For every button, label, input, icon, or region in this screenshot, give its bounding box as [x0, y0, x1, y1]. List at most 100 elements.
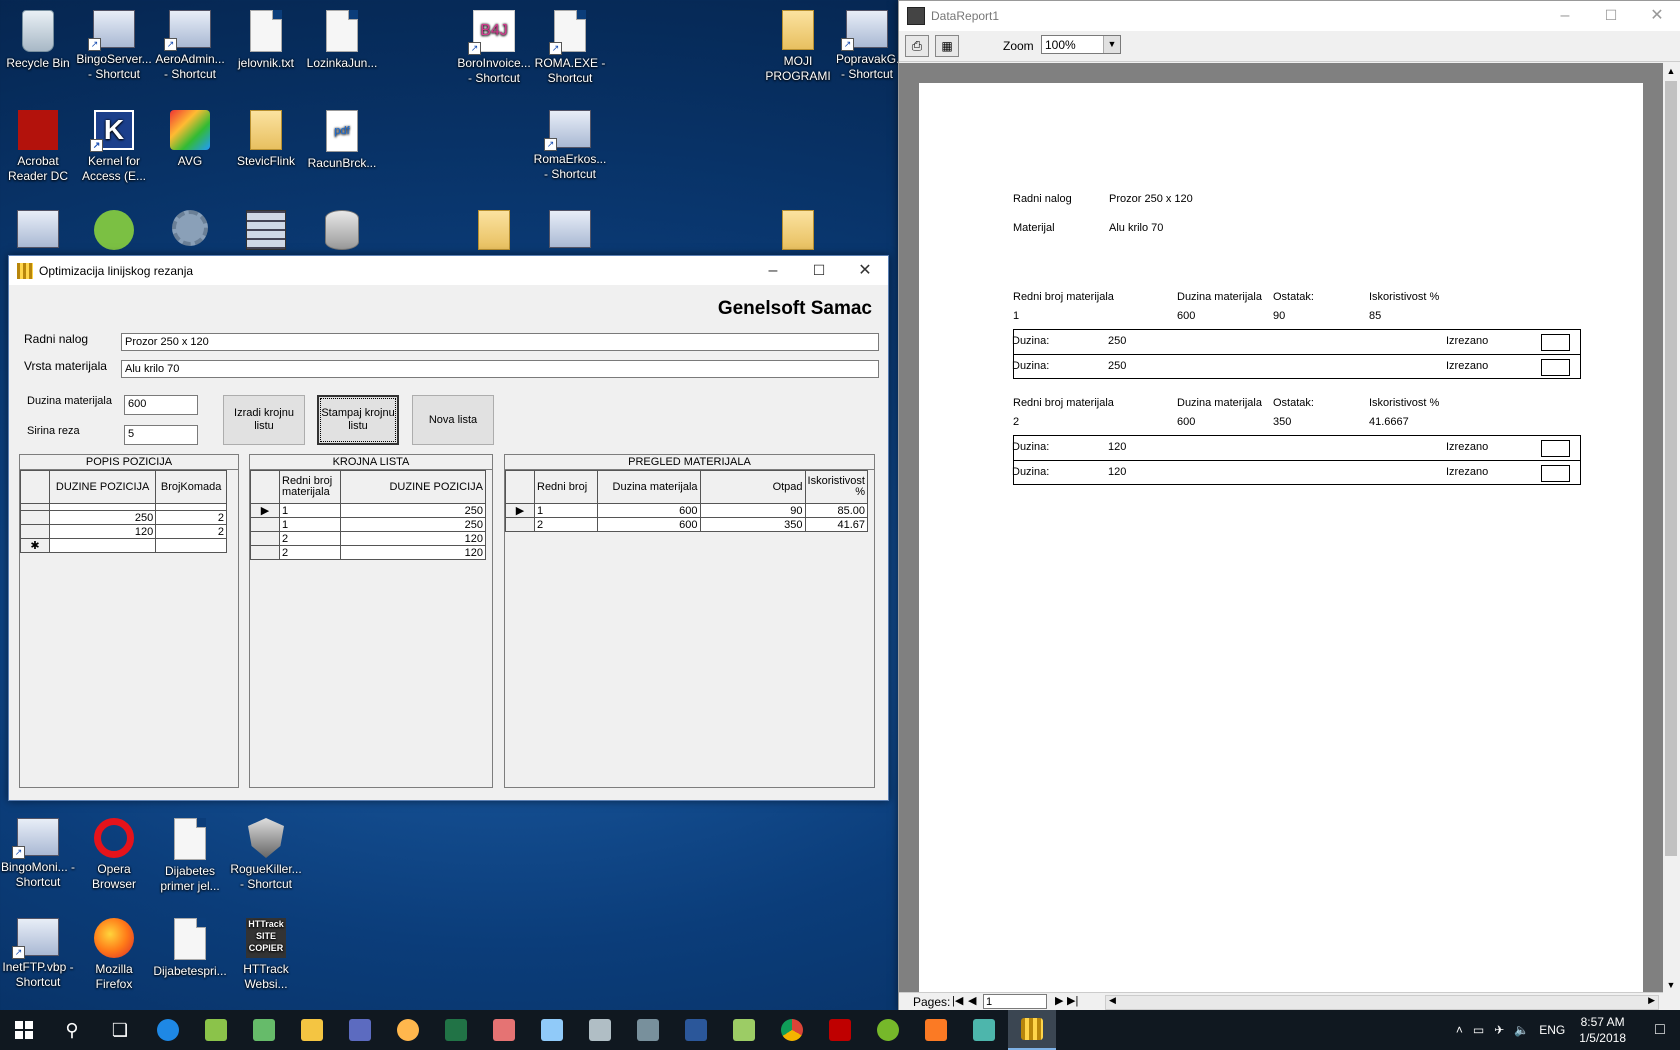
- desktop-icon-moji-programi[interactable]: MOJI PROGRAMI: [760, 4, 836, 84]
- maximize-button[interactable]: ☐: [796, 256, 842, 285]
- chevron-up-icon[interactable]: ˄: [1456, 1023, 1463, 1037]
- table-row[interactable]: 2 600 350 41.67: [505, 517, 869, 532]
- vrsta-materijala-input[interactable]: Alu krilo 70: [121, 360, 879, 378]
- scrollbar-thumb[interactable]: [1665, 81, 1677, 856]
- pregled-materijala-grid[interactable]: Redni broj Duzina materijala Otpad Iskor…: [505, 470, 869, 532]
- desktop-icon-roguekiller[interactable]: RogueKiller... - Shortcut: [228, 812, 304, 892]
- close-button[interactable]: ✕: [842, 256, 888, 285]
- airplane-icon[interactable]: ✈: [1494, 1023, 1504, 1037]
- desktop-icon-partial[interactable]: [760, 204, 836, 254]
- page-number-input[interactable]: 1: [983, 994, 1047, 1009]
- desktop-icon-jelovnik[interactable]: jelovnik.txt: [228, 4, 304, 71]
- row-selector[interactable]: [20, 510, 50, 525]
- taskbar-app-icon[interactable]: [624, 1010, 672, 1050]
- desktop-icon-stevicflink[interactable]: StevicFlink: [228, 104, 304, 169]
- desktop-icon-popravak[interactable]: ↗PopravakG... - Shortcut: [836, 4, 898, 82]
- column-header[interactable]: Redni broj: [534, 470, 598, 504]
- report-titlebar[interactable]: DataReport1 – ☐ ✕: [899, 1, 1680, 31]
- nova-lista-button[interactable]: Nova lista: [412, 395, 494, 445]
- taskbar-app-icon[interactable]: [192, 1010, 240, 1050]
- desktop-icon-avg[interactable]: AVG: [152, 104, 228, 169]
- desktop-icon-partial[interactable]: [456, 204, 532, 254]
- close-button[interactable]: ✕: [1634, 1, 1680, 30]
- popis-pozicija-grid[interactable]: DUZINE POZICIJA BrojKomada 250 2 120 2 ✱: [20, 470, 227, 553]
- desktop-icon-kernel[interactable]: K ↗ Kernel for Access (E...: [76, 104, 152, 184]
- taskbar-app-icon[interactable]: [576, 1010, 624, 1050]
- taskbar-app-icon[interactable]: [240, 1010, 288, 1050]
- table-row[interactable]: 250 2: [20, 510, 227, 525]
- desktop-icon-opera[interactable]: Opera Browser: [76, 812, 152, 892]
- word-icon[interactable]: [672, 1010, 720, 1050]
- desktop-icon-bingomoni[interactable]: ↗ BingoMoni... - Shortcut: [0, 812, 76, 890]
- notifications-icon[interactable]: □: [1640, 1021, 1680, 1039]
- desktop-icon-partial[interactable]: [0, 204, 76, 252]
- desktop-icon-firefox[interactable]: Mozilla Firefox: [76, 912, 152, 992]
- new-row-icon[interactable]: ✱: [20, 538, 50, 553]
- sirina-reza-input[interactable]: 5: [124, 425, 198, 445]
- table-row[interactable]: ▶ 1 600 90 85.00: [505, 503, 869, 518]
- row-selector[interactable]: [20, 524, 50, 539]
- column-header[interactable]: BrojKomada: [155, 470, 227, 504]
- table-row[interactable]: 2 120: [250, 531, 486, 546]
- scroll-left-icon[interactable]: ◀: [1109, 995, 1116, 1006]
- search-icon[interactable]: ⚲: [48, 1010, 96, 1050]
- vertical-scrollbar[interactable]: ▲ ▼: [1663, 63, 1679, 993]
- taskbar-app-icon[interactable]: [720, 1010, 768, 1050]
- taskbar-app-icon[interactable]: [528, 1010, 576, 1050]
- taskbar-app-icon[interactable]: [480, 1010, 528, 1050]
- print-icon[interactable]: ⎙: [905, 35, 929, 57]
- desktop-icon-partial[interactable]: [532, 204, 608, 252]
- desktop-icon-aeroadmin[interactable]: ↗ AeroAdmin... - Shortcut: [152, 4, 228, 82]
- paint-icon[interactable]: [384, 1010, 432, 1050]
- start-button[interactable]: [0, 1010, 48, 1050]
- desktop-icon-acrobat[interactable]: Acrobat Reader DC: [0, 104, 76, 184]
- scroll-right-icon[interactable]: ▶: [1648, 995, 1655, 1006]
- minimize-button[interactable]: –: [1542, 1, 1588, 30]
- desktop-icon-boroinvoice[interactable]: B4J ↗ BoroInvoice... - Shortcut: [456, 4, 532, 86]
- chevron-down-icon[interactable]: ▼: [1103, 36, 1120, 53]
- chrome-icon[interactable]: [768, 1010, 816, 1050]
- zoom-select[interactable]: 100% ▼: [1041, 35, 1121, 54]
- taskbar-app-icon[interactable]: [960, 1010, 1008, 1050]
- battery-icon[interactable]: ▭: [1473, 1023, 1484, 1037]
- clock[interactable]: 8:57 AM 1/5/2018: [1579, 1014, 1626, 1046]
- desktop-icon-partial[interactable]: [76, 204, 152, 254]
- utorrent-icon[interactable]: [864, 1010, 912, 1050]
- language-indicator[interactable]: ENG: [1539, 1023, 1565, 1037]
- desktop-icon-partial[interactable]: [304, 204, 380, 254]
- desktop-icon-dijabetes-primer[interactable]: Dijabetes primer jel...: [152, 812, 228, 894]
- scroll-up-icon[interactable]: ▲: [1663, 63, 1679, 79]
- next-page-icon[interactable]: ▶: [1055, 994, 1063, 1007]
- filezilla-icon[interactable]: [816, 1010, 864, 1050]
- last-page-icon[interactable]: ▶|: [1067, 994, 1078, 1007]
- table-row[interactable]: 1 250: [250, 517, 486, 532]
- column-header[interactable]: Redni broj materijala: [279, 470, 341, 504]
- maximize-button[interactable]: ☐: [1588, 1, 1634, 30]
- desktop-icon-partial[interactable]: [152, 204, 228, 250]
- export-icon[interactable]: ▦: [935, 35, 959, 57]
- table-row[interactable]: ▶ 1 250: [250, 503, 486, 518]
- desktop-icon-recycle-bin[interactable]: Recycle Bin: [0, 4, 76, 71]
- column-header[interactable]: DUZINE POZICIJA: [340, 470, 486, 504]
- column-header[interactable]: Duzina materijala: [596, 470, 701, 504]
- xampp-icon[interactable]: [912, 1010, 960, 1050]
- scroll-down-icon[interactable]: ▼: [1663, 977, 1679, 993]
- table-row[interactable]: 2 120: [250, 545, 486, 560]
- horizontal-scrollbar[interactable]: ◀ ▶: [1105, 995, 1659, 1010]
- taskbar-active-app-icon[interactable]: [1008, 1010, 1056, 1050]
- edge-icon[interactable]: [144, 1010, 192, 1050]
- desktop-icon-roma-exe[interactable]: ↗ ROMA.EXE - Shortcut: [532, 4, 608, 86]
- table-row[interactable]: 120 2: [20, 524, 227, 539]
- desktop-icon-inetftp[interactable]: ↗ InetFTP.vbp - Shortcut: [0, 912, 76, 990]
- task-view-icon[interactable]: ❏: [96, 1010, 144, 1050]
- taskbar-app-icon[interactable]: [336, 1010, 384, 1050]
- column-header[interactable]: Otpad: [699, 470, 806, 504]
- minimize-button[interactable]: –: [750, 256, 796, 285]
- column-header[interactable]: DUZINE POZICIJA: [48, 470, 157, 504]
- first-page-icon[interactable]: |◀: [952, 994, 963, 1007]
- column-header[interactable]: Iskoristivost %: [804, 470, 869, 504]
- izradi-krojnu-listu-button[interactable]: Izradi krojnu listu: [223, 395, 305, 445]
- desktop-icon-httrack[interactable]: HTTrack SITE COPIER HTTrack Websi...: [228, 912, 304, 992]
- radni-nalog-input[interactable]: Prozor 250 x 120: [121, 333, 879, 351]
- file-explorer-icon[interactable]: [288, 1010, 336, 1050]
